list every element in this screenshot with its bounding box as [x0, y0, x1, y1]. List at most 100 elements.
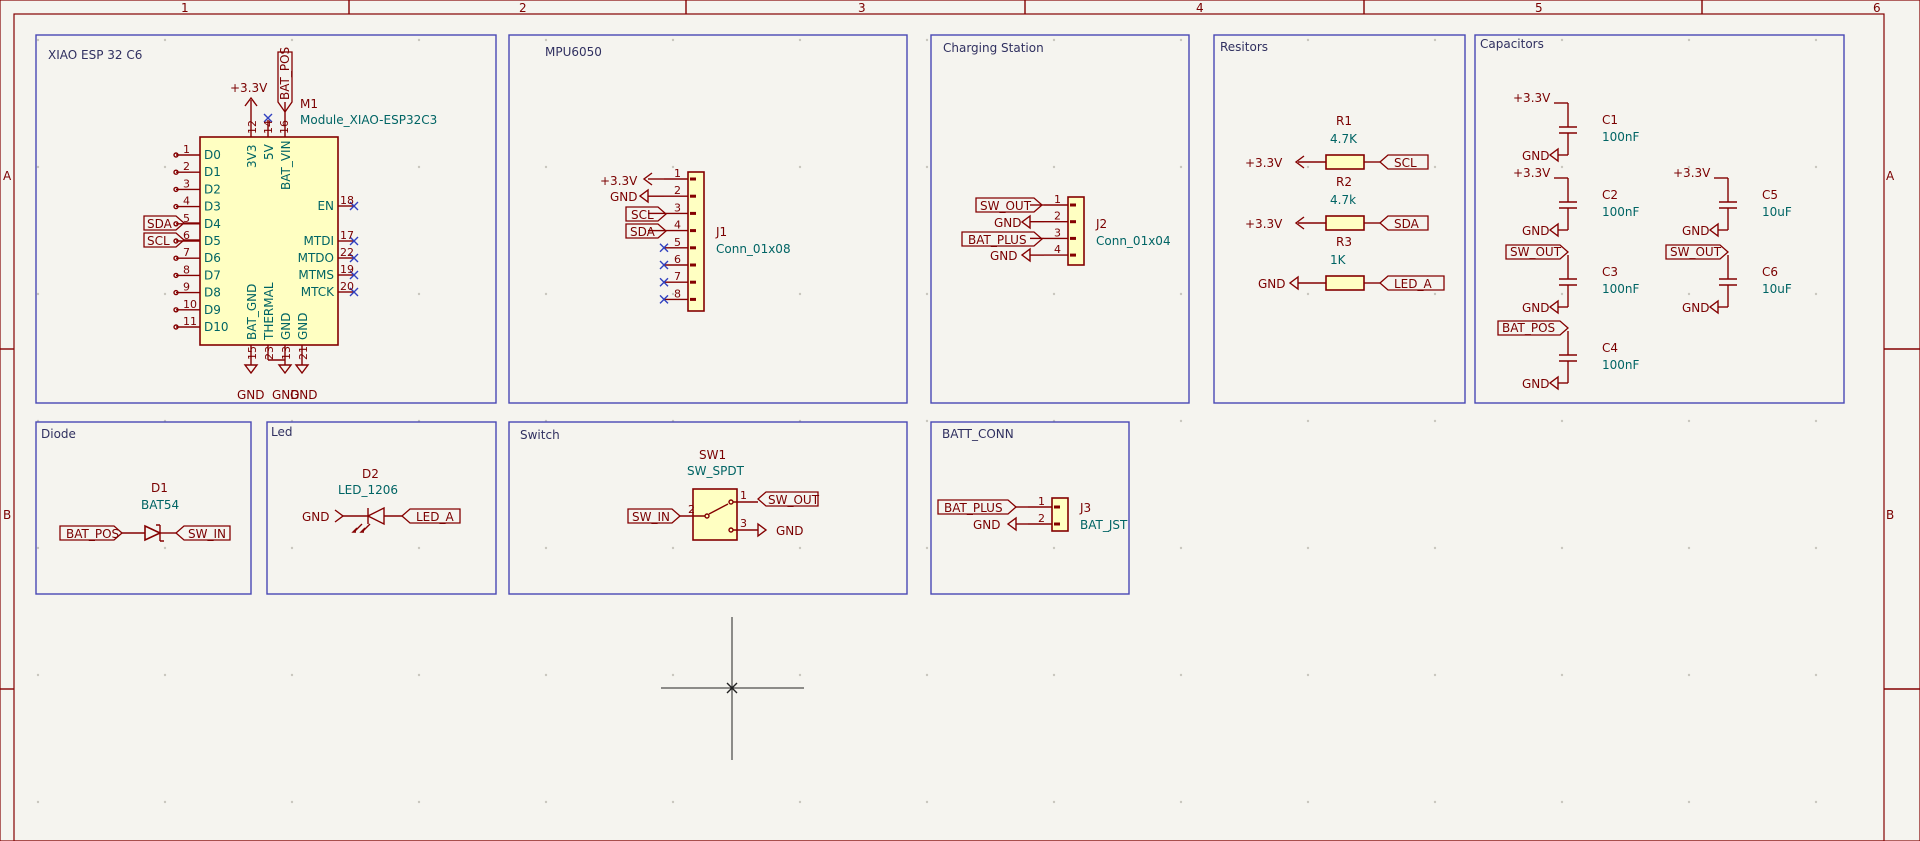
grid-dot	[417, 38, 421, 42]
j2-ref: J2	[1095, 217, 1107, 231]
grid-dot	[1052, 292, 1056, 296]
grid-dot	[36, 546, 40, 550]
cap-value: 100nF	[1602, 205, 1640, 219]
cap-bot-net: GND	[1522, 224, 1550, 238]
grid-dot	[1306, 292, 1310, 296]
j3-net-gnd: GND	[973, 518, 1001, 532]
grid-dot	[1433, 419, 1437, 423]
connector-pin-num: 7	[674, 270, 681, 283]
frame-col-3: 3	[858, 1, 866, 15]
led-d2[interactable]: D2 LED_1206 GND LED_A	[302, 467, 461, 533]
frame-col-5: 5	[1535, 1, 1543, 15]
cap-value: 10uF	[1762, 205, 1792, 219]
grid-dot	[544, 165, 548, 169]
m1-pin-15: 15	[246, 346, 259, 360]
switch-sw1[interactable]: SW1 SW_SPDT SW_IN 2 1 SW_OUT 3 GND	[627, 448, 820, 541]
grid-dot	[163, 800, 167, 804]
m1-right-pin-name: MTMS	[298, 268, 334, 282]
m1-power-label: +3.3V	[230, 81, 268, 95]
resistor-r2[interactable]: R2 4.7k +3.3V SDA	[1245, 175, 1429, 231]
cap-ref: C6	[1762, 265, 1778, 279]
grid-dot	[417, 165, 421, 169]
grid-dot	[1433, 165, 1437, 169]
resistor-left-net: GND	[1258, 277, 1286, 291]
capacitor-c5[interactable]: C5 10uF +3.3V GND	[1673, 166, 1792, 238]
d2-ref: D2	[362, 467, 379, 481]
connector-pin-contact	[1070, 203, 1076, 207]
grid-dot	[1687, 800, 1691, 804]
m1-pin-14: 14	[262, 120, 275, 134]
cap-value: 100nF	[1602, 282, 1640, 296]
schematic-canvas[interactable]: 1 2 3 4 5 6 A A B B XIAO ESP 32 C6 MPU60…	[0, 0, 1920, 841]
gnd-symbol-icon	[1288, 275, 1299, 291]
grid-dot	[1306, 673, 1310, 677]
grid-dot	[671, 546, 675, 550]
m1-left-pin-num: 11	[183, 315, 197, 328]
block-title-led: Led	[271, 425, 292, 439]
grid-dot	[925, 292, 929, 296]
connector-pin-contact	[1070, 253, 1076, 257]
m1-pin-5v-name: 5V	[262, 143, 276, 160]
grid-dot	[290, 673, 294, 677]
m1-left-pin-name: D5	[204, 234, 221, 248]
resistor-body	[1325, 215, 1365, 231]
m1-left-pin-num: 10	[183, 298, 197, 311]
gnd-symbol-icon	[1548, 147, 1559, 163]
grid-dot	[1560, 419, 1564, 423]
frame-row-a: A	[3, 169, 12, 183]
m1-pin-23: 23	[263, 346, 276, 360]
grid-dot	[798, 38, 802, 42]
grid-dot	[36, 292, 40, 296]
connector-pin-contact	[690, 177, 696, 181]
grid-dot	[671, 800, 675, 804]
connector-j1[interactable]: 1 2 3 4 5 6 7 8 J1 Conn_01x08 +3.3V GND SCL SDA	[600, 167, 791, 312]
cap-value: 10uF	[1762, 282, 1792, 296]
grid-dot	[1179, 800, 1183, 804]
connector-j3[interactable]: 1 2 J3 BAT_JST BAT_PLUS GND	[937, 495, 1128, 532]
m1-right-pin-num: 20	[340, 280, 354, 293]
sw1-in-label: SW_IN	[632, 510, 670, 524]
grid-dot	[798, 165, 802, 169]
grid-dot	[417, 546, 421, 550]
connector-pin-num: 8	[674, 287, 681, 300]
grid-dot	[1560, 673, 1564, 677]
j1-ref: J1	[715, 225, 727, 239]
grid-dot	[925, 165, 929, 169]
m1-pin-21: 21	[297, 346, 310, 360]
cap-ref: C3	[1602, 265, 1618, 279]
frame-col-2: 2	[519, 1, 527, 15]
grid-dot	[925, 673, 929, 677]
capacitor-c1[interactable]: C1 100nF +3.3V GND	[1513, 91, 1640, 163]
resistor-right-net: LED_A	[1394, 277, 1433, 291]
connector-pin-contact	[690, 280, 696, 284]
connector-j2[interactable]: 1 2 3 4 J2 Conn_01x04 SW_OUT GND BAT_PLUS G…	[961, 193, 1171, 266]
connector-pin-num: 3	[674, 201, 681, 214]
grid-dot	[1306, 38, 1310, 42]
grid-dot	[1179, 38, 1183, 42]
sw1-gnd-label: GND	[776, 524, 804, 538]
resistor-r1[interactable]: R1 4.7K +3.3V SCL	[1245, 114, 1429, 170]
cap-bot-net: GND	[1682, 301, 1710, 315]
frame-row-a-right: A	[1886, 169, 1895, 183]
grid-dot	[1433, 546, 1437, 550]
diode-d1[interactable]: D1 BAT54 BAT_POS SW_IN	[59, 481, 231, 542]
module-m1[interactable]: M1 Module_XIAO-ESP32C3 1 D02 D13 D24 D35 D46 D…	[143, 47, 437, 402]
resistor-left-net: +3.3V	[1245, 217, 1283, 231]
capacitor-c2[interactable]: C2 100nF +3.3V GND	[1513, 166, 1640, 238]
connector-pin-contact	[1054, 522, 1060, 526]
cap-ref: C5	[1762, 188, 1778, 202]
d2-value: LED_1206	[338, 483, 398, 497]
m1-gnd-3: GND	[290, 388, 318, 402]
capacitor-c4[interactable]: C4 100nF BAT_POS GND	[1497, 320, 1640, 391]
grid-dot	[290, 800, 294, 804]
gnd-symbol-icon	[1548, 375, 1559, 391]
capacitor-c3[interactable]: C3 100nF SW_OUT GND	[1505, 244, 1640, 315]
grid-dot	[1306, 419, 1310, 423]
connector-pin-num: 4	[1054, 243, 1061, 256]
resistor-body	[1325, 154, 1365, 170]
m1-right-pin-num: 18	[340, 194, 354, 207]
resistor-r3[interactable]: R3 1K GND LED_A	[1258, 235, 1445, 291]
capacitor-c6[interactable]: C6 10uF SW_OUT GND	[1665, 244, 1792, 315]
sw1-pin-1: 1	[740, 489, 747, 502]
grid-dot	[36, 673, 40, 677]
